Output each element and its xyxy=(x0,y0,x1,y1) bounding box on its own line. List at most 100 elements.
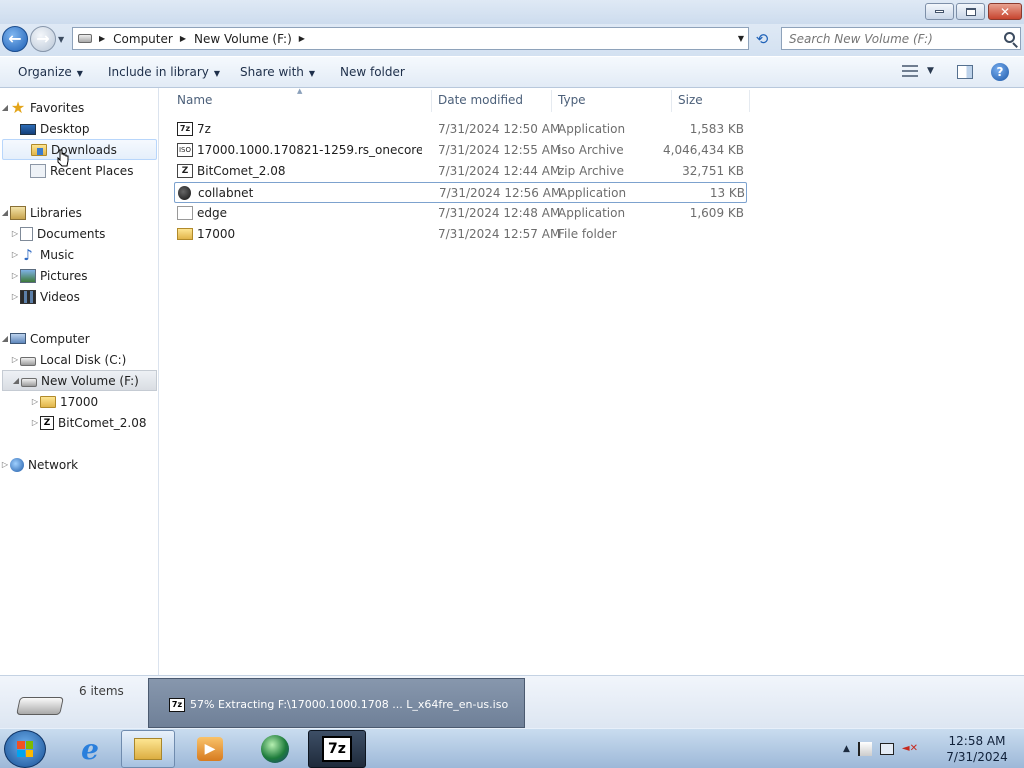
show-hidden-icons-icon[interactable]: ▲ xyxy=(843,744,850,754)
collapse-icon[interactable]: ◢ xyxy=(0,208,10,217)
local-disk-icon xyxy=(20,357,36,366)
nav-music[interactable]: ▷ ♪ Music xyxy=(0,244,157,265)
file-name: collabnet xyxy=(198,186,254,200)
expand-icon[interactable]: ▷ xyxy=(10,271,20,280)
search-input[interactable] xyxy=(782,28,992,49)
include-in-library-button[interactable]: Include in library ▼ xyxy=(108,65,220,79)
chevron-right-icon[interactable]: ▶ xyxy=(180,34,186,43)
nav-recent-places[interactable]: Recent Places xyxy=(0,160,157,181)
videos-icon xyxy=(20,289,36,304)
item-count: 6 items xyxy=(79,684,124,698)
breadcrumb-computer[interactable]: Computer xyxy=(113,32,173,46)
file-row[interactable]: edge 7/31/2024 12:48 AM Application 1,60… xyxy=(174,203,747,224)
column-divider[interactable] xyxy=(749,90,750,112)
file-row[interactable]: 7z 7z 7/31/2024 12:50 AM Application 1,5… xyxy=(174,119,747,140)
file-row[interactable]: collabnet 7/31/2024 12:56 AM Application… xyxy=(174,182,747,203)
change-view-icon[interactable] xyxy=(902,65,918,77)
nav-downloads[interactable]: Downloads xyxy=(2,139,157,160)
minimize-button[interactable] xyxy=(925,3,954,20)
app-icon xyxy=(178,186,191,200)
windows-explorer-icon xyxy=(134,738,162,760)
clock-time: 12:58 AM xyxy=(948,734,1006,748)
back-button[interactable]: ← xyxy=(2,26,28,52)
desktop-icon xyxy=(20,123,36,135)
expand-icon[interactable]: ▷ xyxy=(0,460,10,469)
recent-pages-dropdown[interactable]: ▼ xyxy=(58,35,68,45)
downloads-folder-icon xyxy=(31,143,47,156)
nav-videos[interactable]: ▷ Videos xyxy=(0,286,157,307)
nav-desktop[interactable]: Desktop xyxy=(0,118,157,139)
nav-pictures[interactable]: ▷ Pictures xyxy=(0,265,157,286)
file-row[interactable]: Z BitComet_2.08 7/31/2024 12:44 AM zip A… xyxy=(174,161,747,182)
forward-button[interactable]: → xyxy=(30,26,56,52)
column-name[interactable]: Name xyxy=(177,93,212,107)
maximize-button[interactable] xyxy=(956,3,985,20)
libraries-icon xyxy=(10,205,26,220)
preview-pane-icon[interactable] xyxy=(957,65,973,79)
file-list: ▲ Name Date modified Type Size 7z 7z 7/3… xyxy=(160,87,1024,675)
column-divider[interactable] xyxy=(431,90,432,112)
help-icon[interactable]: ? xyxy=(991,63,1009,81)
column-divider[interactable] xyxy=(551,90,552,112)
nav-libraries[interactable]: ◢ Libraries xyxy=(0,202,157,223)
file-date: 7/31/2024 12:44 AM xyxy=(438,164,561,178)
folder-icon xyxy=(177,228,193,240)
file-type: Application xyxy=(558,206,626,220)
expand-icon[interactable]: ▷ xyxy=(30,397,40,406)
file-date: 7/31/2024 12:48 AM xyxy=(438,206,561,220)
nav-documents[interactable]: ▷ Documents xyxy=(0,223,157,244)
taskbar-media-player[interactable]: ▶ xyxy=(183,730,237,768)
address-dropdown-icon[interactable]: ▼ xyxy=(738,34,744,43)
new-folder-button[interactable]: New folder xyxy=(340,65,405,79)
file-row[interactable]: ISO 17000.1000.170821-1259.rs_onecore_CL… xyxy=(174,140,747,161)
file-size: 32,751 KB xyxy=(682,164,744,178)
refresh-icon[interactable]: ⟲ xyxy=(751,29,773,50)
network-status-icon[interactable] xyxy=(879,743,894,755)
start-button[interactable] xyxy=(4,730,46,768)
chevron-right-icon[interactable]: ▶ xyxy=(299,34,305,43)
collapse-icon[interactable]: ◢ xyxy=(0,334,10,343)
action-center-flag-icon[interactable] xyxy=(857,742,872,756)
nav-bitcomet[interactable]: ▷ Z BitComet_2.08 xyxy=(0,412,157,433)
collapse-icon[interactable]: ◢ xyxy=(0,103,10,112)
column-date-modified[interactable]: Date modified xyxy=(438,93,523,107)
nav-new-volume[interactable]: ◢ New Volume (F:) xyxy=(2,370,157,391)
nav-favorites[interactable]: ◢ ★ Favorites xyxy=(0,97,157,118)
column-size[interactable]: Size xyxy=(678,93,703,107)
expand-icon[interactable]: ▷ xyxy=(10,250,20,259)
nav-local-disk[interactable]: ▷ Local Disk (C:) xyxy=(0,349,157,370)
volume-muted-icon[interactable]: ◄✕ xyxy=(902,743,918,755)
clock-date: 7/31/2024 xyxy=(946,750,1008,764)
share-with-button[interactable]: Share with ▼ xyxy=(240,65,315,79)
maximize-icon xyxy=(965,7,976,16)
file-row[interactable]: 17000 7/31/2024 12:57 AM File folder xyxy=(174,224,747,245)
system-clock[interactable]: 12:58 AM 7/31/2024 xyxy=(937,733,1017,765)
taskbar-internet-explorer[interactable]: e xyxy=(63,730,117,768)
column-type[interactable]: Type xyxy=(558,93,586,107)
organize-button[interactable]: Organize ▼ xyxy=(18,65,83,79)
taskbar-7zip[interactable]: 7z xyxy=(308,730,366,768)
close-button[interactable]: ✕ xyxy=(988,3,1022,20)
column-divider[interactable] xyxy=(671,90,672,112)
search-icon[interactable] xyxy=(1004,32,1015,43)
breadcrumb-new-volume[interactable]: New Volume (F:) xyxy=(194,32,292,46)
expand-icon[interactable]: ▷ xyxy=(30,418,40,427)
file-type: Application xyxy=(558,122,626,136)
taskbar-app-orb[interactable] xyxy=(248,730,302,768)
view-options-dropdown[interactable]: ▼ xyxy=(927,66,934,76)
internet-explorer-icon: e xyxy=(81,732,99,766)
close-icon: ✕ xyxy=(999,4,1011,19)
collapse-icon[interactable]: ◢ xyxy=(11,376,21,385)
nav-network[interactable]: ▷ Network xyxy=(0,454,157,475)
search-box[interactable] xyxy=(781,27,1021,50)
expand-icon[interactable]: ▷ xyxy=(10,355,20,364)
taskbar-windows-explorer[interactable] xyxy=(121,730,175,768)
expand-icon[interactable]: ▷ xyxy=(10,229,20,238)
extraction-progress-preview[interactable]: 7z 57% Extracting F:\17000.1000.1708 ...… xyxy=(148,678,525,728)
address-bar[interactable]: ▶ Computer ▶ New Volume (F:) ▶ ▼ xyxy=(72,27,749,50)
nav-computer[interactable]: ◢ Computer xyxy=(0,328,157,349)
expand-icon[interactable]: ▷ xyxy=(10,292,20,301)
nav-folder-17000[interactable]: ▷ 17000 xyxy=(0,391,157,412)
details-pane: 6 items 7z 57% Extracting F:\17000.1000.… xyxy=(0,675,1024,728)
chevron-right-icon[interactable]: ▶ xyxy=(99,34,105,43)
